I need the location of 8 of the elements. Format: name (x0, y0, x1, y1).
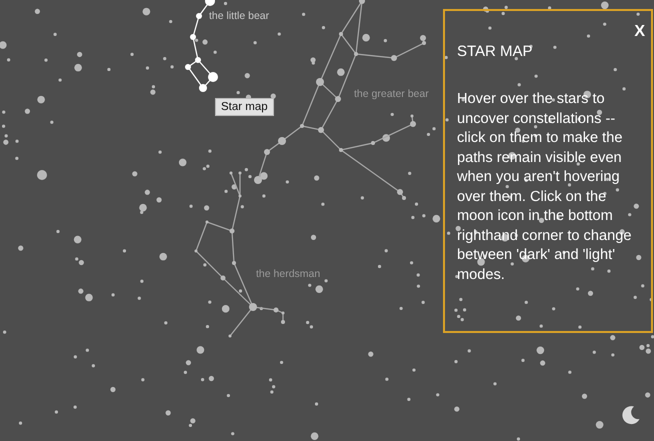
panel-title: STAR MAP (457, 43, 533, 60)
constellation-label: the herdsman (256, 268, 320, 280)
moon-icon[interactable] (621, 405, 641, 425)
panel-text: Hover over the stars to uncover constellations -- click on them to make the paths remain visible even when you aren't hovering over them. Click on the moon icon in the bottom righthand corner to change between 'dark' and 'light' modes. (457, 90, 632, 284)
constellation-label: the greater bear (354, 88, 429, 100)
constellation-label: the little bear (209, 10, 270, 22)
close-button[interactable]: X (634, 23, 645, 41)
tooltip: Star map (215, 98, 274, 116)
